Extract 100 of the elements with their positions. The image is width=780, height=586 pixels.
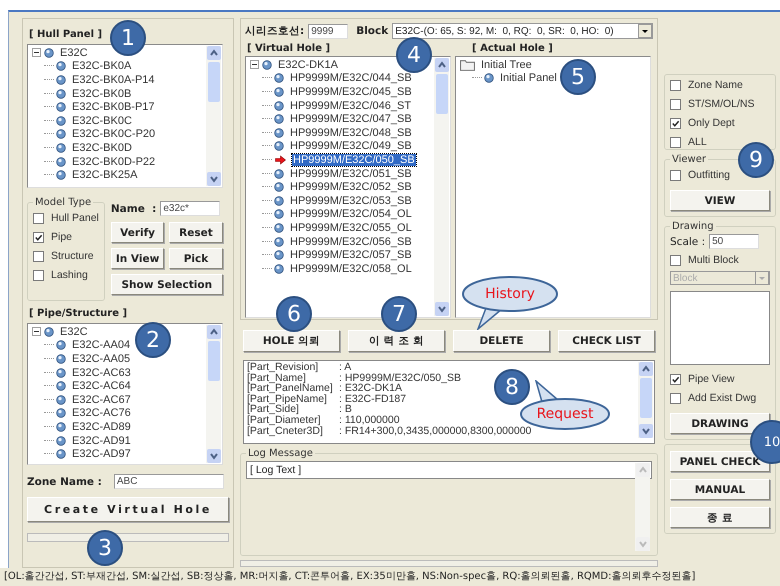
scroll-thumb[interactable] [436,74,448,114]
create-virtual-hole-button[interactable]: Create Virtual Hole [27,497,229,522]
scrollbar[interactable] [638,362,653,438]
action-button[interactable]: Verify [110,222,164,243]
action-button[interactable]: 종 료 [670,507,770,528]
tree-item[interactable]: HP9999M/E32C/049_SB [289,140,413,152]
scrollbar[interactable] [206,325,221,463]
tree-item[interactable]: HP9999M/E32C/058_OL [289,262,413,275]
collapse-icon[interactable] [32,327,41,336]
checkbox[interactable] [670,254,681,266]
tree-item[interactable]: HP9999M/E32C/056_SB [289,236,413,248]
tree-item[interactable]: E32C [59,46,89,59]
field-label: 시리즈호선: [245,24,304,38]
checkbox[interactable] [670,80,681,90]
tree-item[interactable]: HP9999M/E32C/057_SB [289,249,413,262]
group-title: Model Type [34,197,92,208]
action-button[interactable]: Pick [169,248,223,269]
tree-item[interactable]: Initial Panel [499,72,558,84]
checkbox[interactable] [33,250,44,262]
name-field[interactable]: e32c* [160,201,220,216]
checkbox[interactable] [670,374,681,384]
checkbox[interactable] [670,136,681,148]
block-dropdown[interactable]: E32C-(O: 65, S: 92, M: 0, RQ: 0, SR: 0, HO: 0) [392,23,653,39]
tree-item[interactable]: HP9999M/E32C/045_SB [289,86,413,98]
action-button[interactable]: Reset [169,222,223,243]
tree-item[interactable]: HP9999M/E32C/051_SB [289,168,413,180]
tree-item[interactable]: HP9999M/E32C/052_SB [289,181,413,194]
scroll-up-icon[interactable] [206,325,220,339]
collapse-icon[interactable] [250,60,259,70]
scroll-down-icon[interactable] [206,449,220,463]
scroll-up-icon[interactable] [434,58,448,72]
tree-item[interactable]: E32C-BK0D-P22 [71,156,156,168]
tree-item[interactable]: E32C-AA04 [71,339,132,352]
sphere-icon [484,73,494,84]
tree-item[interactable]: HP9999M/E32C/048_SB [289,126,413,139]
scroll-down-icon[interactable] [434,302,448,316]
tree-item[interactable]: E32C-AD91 [71,434,132,447]
checkbox[interactable] [33,232,44,242]
tree-item[interactable]: E32C-AA05 [71,352,132,365]
action-button[interactable]: HOLE 의뢰 [243,330,340,352]
scroll-thumb[interactable] [208,62,220,102]
action-button[interactable]: DELETE [453,330,550,352]
scroll-thumb[interactable] [208,341,220,381]
tree-item[interactable]: HP9999M/E32C/046_ST [289,100,412,112]
tree-item[interactable]: E32C-BK0A-P14 [71,74,156,86]
tree-item[interactable]: E32C-BK0C [71,114,133,127]
block-list[interactable] [670,291,770,365]
tree-item[interactable]: E32C-AD97 [71,448,132,460]
tree-item[interactable]: HP9999M/E32C/055_OL [289,222,413,234]
tree-item[interactable]: E32C-AC76 [71,407,132,420]
scroll-up-icon[interactable] [206,46,220,60]
caret-icon[interactable] [638,24,652,38]
tree-item[interactable]: HP9999M/E32C/053_SB [289,194,413,207]
scale-field[interactable]: 50 [709,234,760,249]
checkbox-label: Pipe View [688,373,735,385]
sphere-icon [56,340,66,350]
checkbox[interactable] [670,170,681,180]
checkbox[interactable] [33,212,44,224]
scroll-thumb[interactable] [640,378,652,418]
drawing-button[interactable]: DRAWING [670,413,770,434]
tree-item[interactable]: HP9999M/E32C/047_SB [289,113,413,126]
tree-item[interactable]: E32C-AC67 [71,394,132,406]
sphere-icon [274,168,284,179]
tree-item[interactable]: E32C-BK0B [71,88,132,100]
action-button[interactable]: CHECK LIST [558,330,655,352]
sphere-icon [274,100,284,111]
scroll-up-icon[interactable] [638,362,652,376]
checkbox[interactable] [670,98,681,110]
scrollbar[interactable] [434,58,449,316]
action-button[interactable]: PANEL CHECK [670,451,770,472]
tree-item[interactable]: E32C-BK25A [71,169,138,182]
tree-item[interactable]: E32C-AC64 [71,380,132,392]
series-field[interactable]: 9999 [308,24,348,38]
action-button[interactable]: In View [110,248,164,269]
action-button[interactable]: MANUAL [670,479,770,500]
checkbox-label: ALL [688,136,707,148]
collapse-icon[interactable] [32,48,41,58]
action-button[interactable]: 이 력 조 회 [348,330,445,352]
tree-item[interactable]: E32C-DK1A [277,58,339,71]
tree-item[interactable]: E32C-AD89 [71,420,132,433]
checkbox[interactable] [33,270,44,280]
checkbox[interactable] [670,392,681,404]
tree-item[interactable]: E32C-BK0C-P20 [71,128,156,140]
action-button[interactable]: Show Selection [110,274,223,295]
scrollbar[interactable] [206,46,221,186]
view-button[interactable]: VIEW [670,190,770,211]
scroll-down-icon[interactable] [638,424,652,438]
tree-item[interactable]: HP9999M/E32C/044_SB [289,72,413,84]
zone-name-field[interactable]: ABC [114,474,224,489]
section-title: [ Actual Hole ] [471,42,553,55]
tree-item[interactable]: HP9999M/E32C/050_SB [292,154,416,166]
tree-item[interactable]: E32C-BK0B-P17 [71,101,156,114]
tree-item[interactable]: Initial Tree [480,58,533,71]
checkbox[interactable] [670,118,681,128]
tree-item[interactable]: HP9999M/E32C/054_OL [289,208,413,220]
tree-item[interactable]: E32C-BK0D [71,142,133,154]
tree-item[interactable]: E32C-BK0A [71,60,132,72]
tree-item[interactable]: E32C-AC63 [71,366,132,379]
tree-item[interactable]: E32C [59,326,89,338]
scroll-down-icon[interactable] [206,172,220,186]
